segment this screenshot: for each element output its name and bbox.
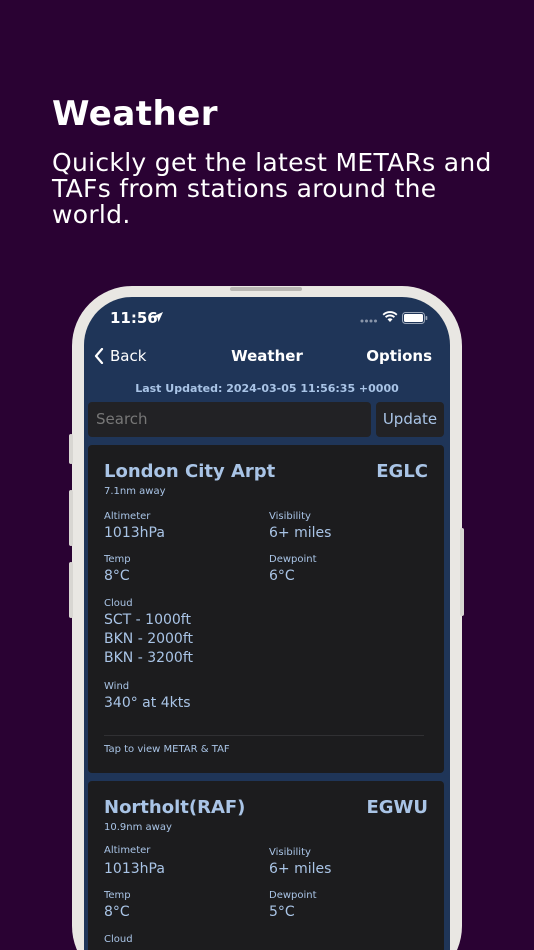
altimeter-label: Altimeter	[104, 511, 151, 522]
temp-value: 8°C	[104, 904, 130, 920]
phone-side-button	[69, 490, 73, 546]
dewpoint-label: Dewpoint	[269, 554, 317, 565]
station-code: EGLC	[376, 461, 428, 482]
visibility-label: Visibility	[269, 847, 311, 858]
update-button[interactable]: Update	[376, 402, 444, 437]
signal-dots-icon	[360, 319, 377, 323]
divider	[104, 735, 424, 736]
promo-subline: Quickly get the latest METARs and TAFs f…	[52, 148, 492, 229]
wifi-icon	[382, 311, 398, 322]
phone-side-button	[69, 434, 73, 464]
station-card[interactable]: London City Arpt EGLC 7.1nm away Altimet…	[88, 445, 444, 773]
visibility-label: Visibility	[269, 511, 311, 522]
wind-value: 340° at 4kts	[104, 695, 191, 711]
cloud-label: Cloud	[104, 934, 133, 945]
phone-side-button	[460, 528, 464, 616]
tap-hint: Tap to view METAR & TAF	[104, 744, 230, 755]
visibility-value: 6+ miles	[269, 861, 332, 877]
dewpoint-label: Dewpoint	[269, 890, 317, 901]
cloud-layer: BKN - 2000ft	[104, 631, 194, 647]
station-distance: 10.9nm away	[104, 822, 172, 833]
station-name: Northolt(RAF)	[104, 797, 246, 818]
station-distance: 7.1nm away	[104, 486, 166, 497]
status-time: 11:56	[110, 309, 158, 327]
visibility-value: 6+ miles	[269, 525, 332, 541]
status-bar: 11:56	[84, 297, 450, 339]
cloud-layer: BKN - 3200ft	[104, 650, 194, 666]
promo-headline: Weather	[52, 94, 219, 134]
altimeter-value: 1013hPa	[104, 861, 165, 877]
station-code: EGWU	[366, 797, 428, 818]
options-button[interactable]: Options	[366, 347, 432, 365]
station-name: London City Arpt	[104, 461, 276, 482]
station-card[interactable]: Northolt(RAF) EGWU 10.9nm away Altimeter…	[88, 781, 444, 950]
battery-icon	[402, 312, 428, 324]
dewpoint-value: 5°C	[269, 904, 295, 920]
cloud-label: Cloud	[104, 598, 133, 609]
phone-top-bar	[230, 287, 302, 291]
cloud-layer: SCT - 1000ft	[104, 612, 191, 628]
altimeter-label: Altimeter	[104, 845, 151, 856]
nav-bar: Back Weather Options	[84, 341, 450, 371]
wind-label: Wind	[104, 681, 130, 692]
location-arrow-icon	[153, 312, 163, 322]
search-input[interactable]: Search	[88, 402, 371, 437]
temp-label: Temp	[104, 554, 131, 565]
last-updated-text: Last Updated: 2024-03-05 11:56:35 +0000	[135, 382, 399, 395]
phone-side-button	[69, 562, 73, 618]
dewpoint-value: 6°C	[269, 568, 295, 584]
phone-screen: 11:56 Back Weather Options Last Updated:…	[84, 297, 450, 950]
altimeter-value: 1013hPa	[104, 525, 165, 541]
temp-label: Temp	[104, 890, 131, 901]
temp-value: 8°C	[104, 568, 130, 584]
